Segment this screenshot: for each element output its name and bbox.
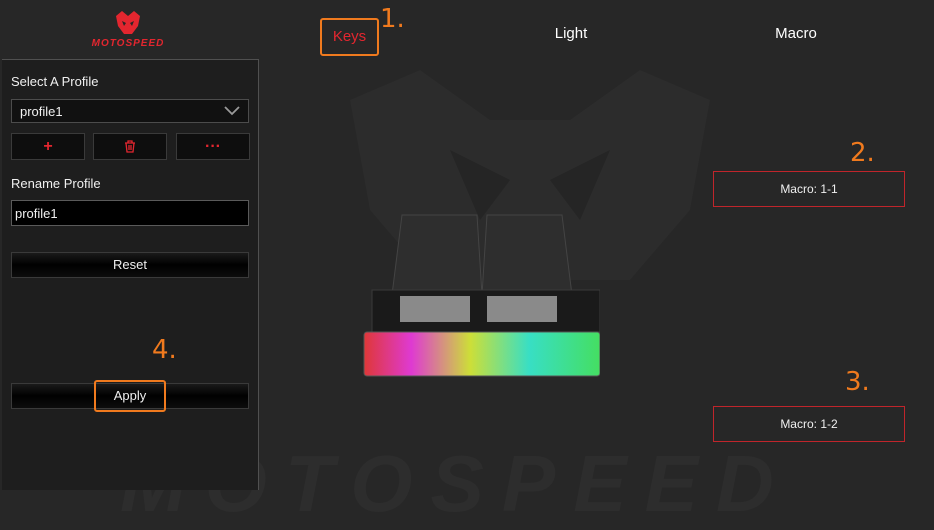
apply-button[interactable]: Apply	[11, 380, 249, 412]
profile-select-value: profile1	[20, 104, 63, 119]
macro-key-2-button[interactable]: Macro: 1-2	[713, 406, 905, 442]
add-profile-button[interactable]: +	[11, 133, 85, 160]
trash-icon	[125, 140, 135, 153]
delete-profile-button[interactable]	[93, 133, 167, 160]
logo-text: MOTOSPEED	[91, 38, 165, 49]
annotation-1: 1.	[380, 4, 405, 34]
chevron-down-icon	[224, 106, 240, 116]
annotation-3: 3.	[845, 367, 870, 397]
profile-select[interactable]: profile1	[11, 99, 249, 123]
rename-profile-label: Rename Profile	[11, 176, 101, 191]
rename-profile-input[interactable]	[11, 200, 249, 226]
brand-logo: MOTOSPEED	[78, 10, 178, 54]
select-profile-label: Select A Profile	[11, 74, 99, 89]
macro-key-1-button[interactable]: Macro: 1-1	[713, 171, 905, 207]
tab-macro[interactable]: Macro	[765, 25, 827, 42]
reset-button[interactable]: Reset	[11, 252, 249, 278]
more-options-button[interactable]: ···	[176, 133, 250, 160]
panther-logo-icon	[116, 11, 140, 34]
tab-keys[interactable]: Keys	[320, 18, 379, 56]
annotation-4: 4.	[152, 335, 177, 365]
keypad-device-image	[363, 214, 600, 377]
annotation-2: 2.	[850, 138, 875, 168]
apply-button-label: Apply	[93, 380, 167, 412]
profile-sidebar: Select A Profile profile1 + ··· Rename P…	[2, 59, 259, 490]
tab-light[interactable]: Light	[540, 25, 602, 42]
